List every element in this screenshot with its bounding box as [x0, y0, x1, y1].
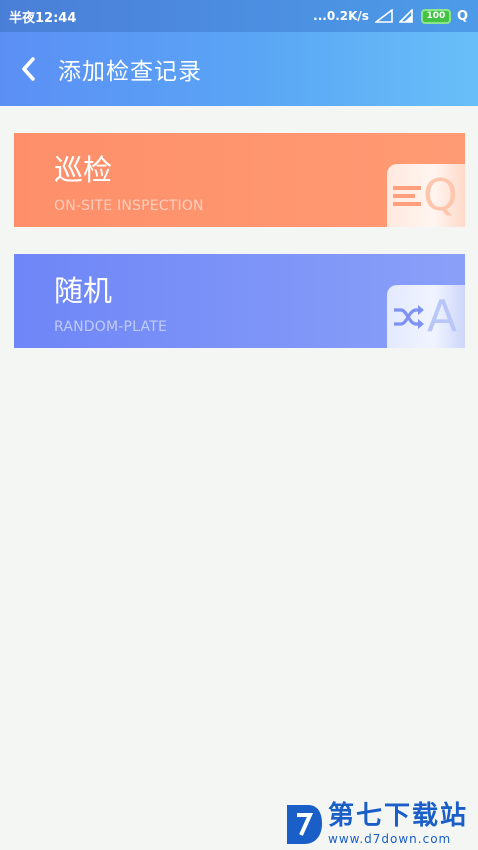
watermark-logo-icon: [287, 805, 322, 844]
badge-letter: A: [427, 291, 458, 342]
card-subtitle: RANDOM-PLATE: [54, 319, 167, 335]
page-title: 添加检查记录: [58, 59, 202, 85]
header-bar: 添加检查记录: [0, 32, 478, 106]
card-subtitle: ON-SITE INSPECTION: [54, 198, 204, 214]
random-card[interactable]: 随机 RANDOM-PLATE A: [14, 254, 465, 348]
badge-letter: Q: [423, 170, 458, 221]
status-bar: 半夜12:44 ...0.2K/s 100 Q: [0, 0, 478, 32]
signal-icon: [374, 9, 393, 23]
shuffle-icon: [394, 304, 424, 329]
battery-level: 100: [426, 11, 446, 21]
watermark-text: 第七下载站: [328, 800, 469, 831]
list-icon: [393, 185, 421, 206]
card-title: 巡检: [54, 153, 113, 187]
battery-icon: 100: [420, 8, 451, 24]
inspection-card[interactable]: 巡检 ON-SITE INSPECTION Q: [14, 133, 465, 227]
card-title: 随机: [54, 274, 113, 308]
chevron-left-icon: [22, 57, 35, 81]
signal-icon-2: [398, 9, 415, 23]
app-q-icon: Q: [456, 8, 468, 24]
network-speed: ...0.2K/s: [313, 9, 369, 23]
status-indicators: ...0.2K/s 100 Q: [313, 8, 468, 24]
card-badge: Q: [387, 164, 465, 227]
back-button[interactable]: [0, 32, 56, 106]
site-watermark: 第七下载站 www.d7down.com: [284, 800, 474, 848]
status-time: 半夜12:44: [9, 10, 77, 26]
watermark-url: www.d7down.com: [328, 831, 452, 846]
card-badge: A: [387, 285, 465, 348]
